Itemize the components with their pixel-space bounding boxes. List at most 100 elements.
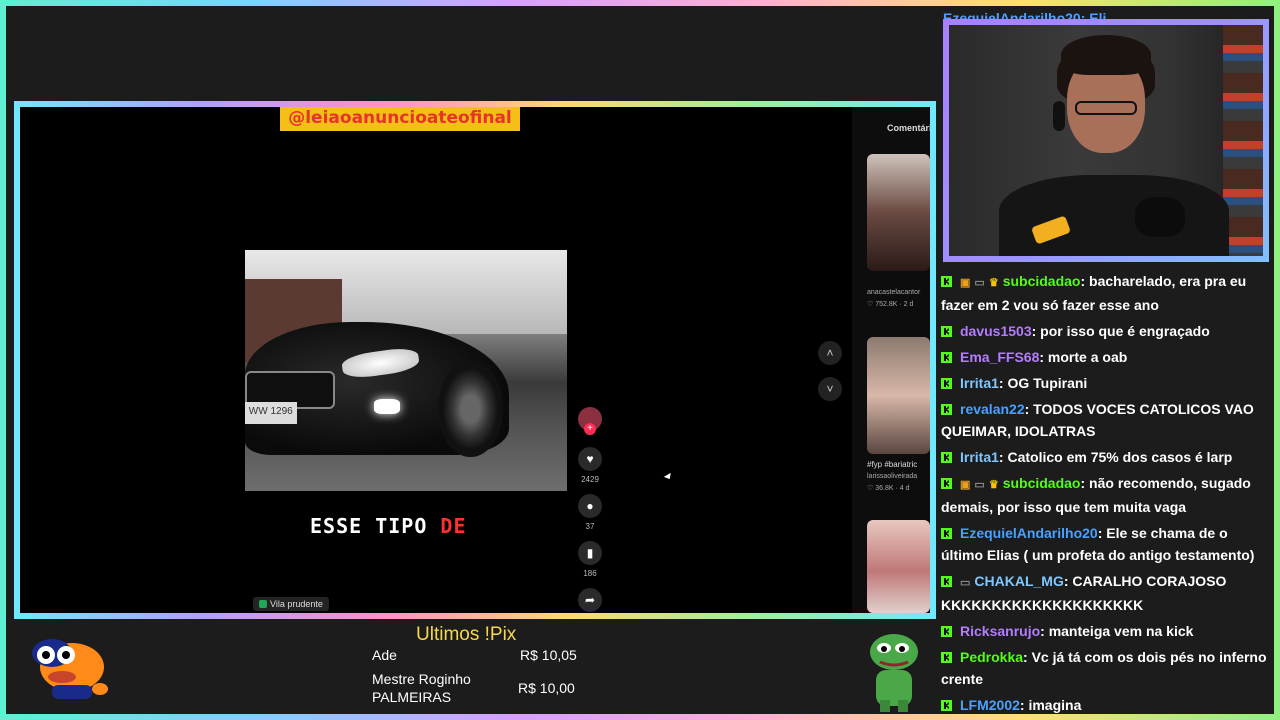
tiktok-player[interactable]: @leiaoanuncioateofinal WW 1296 ESSE TIPO… xyxy=(20,107,852,613)
license-plate: WW 1296 xyxy=(245,401,297,424)
comment-count: 37 xyxy=(585,522,595,531)
creator-avatar[interactable]: + xyxy=(578,407,602,435)
like-count: 2429 xyxy=(581,475,599,484)
caption-white: ESSE TIPO xyxy=(310,514,428,538)
mouse-cursor-icon xyxy=(663,472,674,482)
chat-message: ▣ ▭ ♛ subcidadao: bacharelado, era pra eu f… xyxy=(941,270,1271,316)
pix-donor-name-line1: Mestre Roginho xyxy=(372,671,471,687)
kick-logo-icon xyxy=(941,352,952,363)
video-thumbnail[interactable] xyxy=(867,337,930,454)
chat-text: : por isso que é engraçado xyxy=(1031,323,1210,339)
handle-banner: @leiaoanuncioateofinal xyxy=(280,107,520,131)
chat-message: EzequielAndarilho20: Ele se chama de o ú… xyxy=(941,522,1271,566)
chat-username[interactable]: Ricksanrujo xyxy=(960,623,1040,639)
side-panel: Comentári anacastelacantor ♡ 752.8K · 2 … xyxy=(852,107,930,613)
pepe-emote-icon xyxy=(870,634,918,712)
chat-text: : bacharelado, era pra eu fazer em 2 vou… xyxy=(941,273,1247,313)
chat-message: Irrita1: OG Tupirani xyxy=(941,372,1271,394)
chat-text: : morte a oab xyxy=(1039,349,1128,365)
chat-username[interactable]: EzequielAndarilho20 xyxy=(960,525,1098,541)
location-pin-icon xyxy=(259,600,267,608)
chat-username[interactable]: LFM2002 xyxy=(960,697,1020,713)
pix-donor-name-line2: PALMEIRAS xyxy=(372,689,452,705)
kick-logo-icon xyxy=(941,576,952,587)
chat-text: : manteiga vem na kick xyxy=(1040,623,1194,639)
share-button[interactable]: ➦ xyxy=(578,588,602,612)
kick-logo-icon xyxy=(941,652,952,663)
chat-message: davus1503: por isso que é engraçado xyxy=(941,320,1271,342)
bookshelf xyxy=(1223,25,1263,256)
kick-logo-icon xyxy=(941,528,952,539)
follow-plus-icon[interactable]: + xyxy=(584,423,596,435)
pix-amount: R$ 10,05 xyxy=(520,647,577,663)
chat-username[interactable]: CHAKAL_MG xyxy=(974,573,1063,589)
kick-logo-icon xyxy=(941,378,952,389)
kick-logo-icon xyxy=(941,626,952,637)
microphone xyxy=(1135,197,1185,237)
next-video-button[interactable]: ˅ xyxy=(818,377,842,401)
tab-comments[interactable]: Comentári xyxy=(887,123,930,133)
pix-donor-name: Ade xyxy=(372,647,397,663)
chat-text: : OG Tupirani xyxy=(998,375,1088,391)
video-thumbnail[interactable] xyxy=(867,154,930,271)
box-badge-icon: ▣ xyxy=(960,277,971,289)
kick-logo-icon xyxy=(941,326,952,337)
glasses xyxy=(1075,101,1137,115)
share-icon: ➦ xyxy=(584,593,596,607)
caption-highlight: DE xyxy=(440,514,467,538)
tiktok-video-frame: @leiaoanuncioateofinal WW 1296 ESSE TIPO… xyxy=(14,101,936,619)
kick-logo-icon xyxy=(941,452,952,463)
mascot-emote-icon xyxy=(32,639,108,699)
kick-logo-icon xyxy=(941,404,952,415)
location-tag[interactable]: Vila prudente xyxy=(253,597,329,611)
thumb-likes: ♡ 36.8K · 4 d xyxy=(867,485,910,492)
thumb-author: anacastelacantor xyxy=(867,289,921,296)
thumb-author: larissaoliveirada xyxy=(867,473,918,480)
chevron-down-icon: ˅ xyxy=(826,382,834,396)
thumb-caption: #fyp #bariatric xyxy=(867,460,918,469)
video-caption: ESSE TIPO DE xyxy=(310,514,550,538)
chevron-up-icon: ˄ xyxy=(826,346,834,360)
pix-amount: R$ 10,00 xyxy=(518,680,575,696)
chat-text: : não recomendo, sugado demais, por isso… xyxy=(941,475,1251,515)
chat-panel: ▣ ▭ ♛ subcidadao: bacharelado, era pra eu f… xyxy=(941,270,1271,720)
chat-message: revalan22: TODOS VOCES CATOLICOS VAO QUE… xyxy=(941,398,1271,442)
box-badge-icon: ▣ xyxy=(960,479,971,491)
save-count: 186 xyxy=(583,569,597,578)
save-button[interactable]: ▮ xyxy=(578,541,602,565)
chat-username[interactable]: Pedrokka xyxy=(960,649,1023,665)
chat-text: : imagina xyxy=(1019,697,1082,713)
previous-video-button[interactable]: ˄ xyxy=(818,341,842,365)
video-thumbnail[interactable] xyxy=(867,520,930,613)
chat-message: Irrita1: Catolico em 75% dos casos é lar… xyxy=(941,446,1271,468)
chat-username[interactable]: Irrita1 xyxy=(960,375,999,391)
chat-username[interactable]: davus1503 xyxy=(960,323,1032,339)
pix-title: Ultimos !Pix xyxy=(416,624,517,645)
chat-message: Pedrokka: Vc já tá com os dois pés no in… xyxy=(941,646,1271,690)
action-column: + ♥ 2429 ● 37 ▮ 186 ➦ xyxy=(576,407,604,612)
chat-username[interactable]: Ema_FFS68 xyxy=(960,349,1039,365)
chat-username[interactable]: Irrita1 xyxy=(960,449,999,465)
heart-icon: ♥ xyxy=(586,452,594,466)
bookmark-icon: ▮ xyxy=(586,546,594,560)
chat-username[interactable]: revalan22 xyxy=(960,401,1025,417)
kick-logo-icon xyxy=(941,700,952,711)
comment-button[interactable]: ● xyxy=(578,494,602,518)
kick-logo-icon xyxy=(941,478,952,489)
car-photo: WW 1296 xyxy=(245,250,567,491)
chat-username[interactable]: subcidadao xyxy=(1003,273,1081,289)
crown-badge-icon: ♛ xyxy=(988,479,999,491)
chat-message: LFM2002: imagina xyxy=(941,694,1271,716)
chat-message: ▣ ▭ ♛ subcidadao: não recomendo, sugado dem… xyxy=(941,472,1271,518)
like-button[interactable]: ♥ xyxy=(578,447,602,471)
chat-text: : Catolico em 75% dos casos é larp xyxy=(998,449,1233,465)
comment-icon: ● xyxy=(586,499,594,513)
webcam-frame xyxy=(943,19,1269,262)
kick-logo-icon xyxy=(941,276,952,287)
sub-badge-icon: ▭ xyxy=(974,479,985,491)
sub-badge-icon: ▭ xyxy=(974,277,985,289)
thumb-likes: ♡ 752.8K · 2 d xyxy=(867,301,914,308)
chat-username[interactable]: subcidadao xyxy=(1003,475,1081,491)
chat-message: ▭ CHAKAL_MG: CARALHO CORAJOSO KKKKKKKKKKK… xyxy=(941,570,1271,616)
sub-badge-icon: ▭ xyxy=(960,577,971,589)
